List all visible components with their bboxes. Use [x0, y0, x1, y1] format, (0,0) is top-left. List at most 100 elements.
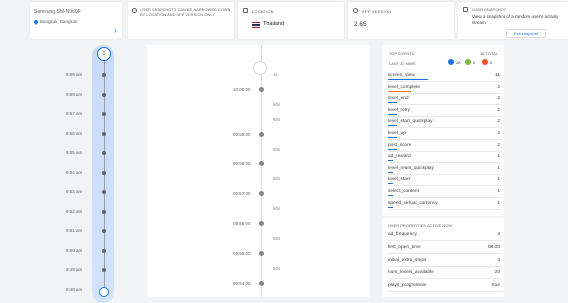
- timeline-time-label: 9:55 am: [66, 150, 83, 155]
- event-share-bar: [388, 90, 411, 92]
- stream-line: [261, 45, 262, 297]
- timeline-minute-marker[interactable]: [102, 112, 106, 116]
- event-share-bar: [388, 113, 398, 115]
- event-type-badge-icon[interactable]: [482, 59, 488, 65]
- timeline-time-label: 9:50 am: [66, 247, 83, 253]
- info-card: User snapshots can be narrowed down by l…: [128, 2, 234, 39]
- event-row[interactable]: select_content 1: [388, 187, 502, 198]
- event-type-count: 28: [456, 60, 461, 65]
- event-name: select_content: [388, 189, 419, 194]
- property-row[interactable]: initial_extra_steps 3: [388, 255, 502, 267]
- event-row[interactable]: post_score 2: [388, 141, 502, 152]
- event-count: 2: [497, 131, 500, 136]
- event-share-bar: [388, 206, 393, 208]
- event-row[interactable]: level_up 2: [388, 129, 502, 140]
- app-version-value: 2.65: [354, 21, 367, 28]
- chevron-right-icon[interactable]: ›: [114, 26, 117, 35]
- timeline-time-label: 9:53 am: [66, 189, 83, 194]
- device-card: Samsung SM-N960F Bangkok, Bangkok ›: [30, 2, 122, 39]
- app-version-card[interactable]: App version 2.65: [348, 2, 454, 39]
- info-icon: [132, 8, 137, 13]
- device-location-text: Bangkok, Bangkok: [40, 19, 78, 24]
- timeline-time-label: 9:56 am: [66, 130, 83, 136]
- timeline-minute-marker[interactable]: [102, 131, 106, 136]
- event-row[interactable]: level_complete 2: [388, 83, 502, 94]
- stream-time-label: 09:54:00: [233, 280, 251, 286]
- thailand-flag-icon: [252, 22, 260, 28]
- user-properties-panel: User properties active now ad_frequency 3…: [382, 218, 504, 297]
- property-value: 20: [494, 270, 500, 276]
- device-name: Samsung SM-N960F: [34, 9, 81, 15]
- location-card[interactable]: Location Thailand: [238, 2, 344, 39]
- event-name: level_complete: [388, 84, 420, 90]
- event-share-bar: [388, 195, 393, 196]
- timeline-minute-marker[interactable]: [102, 73, 106, 77]
- stream-event-icon[interactable]: [259, 280, 264, 286]
- stream-time-label: 09:55:00: [233, 250, 251, 256]
- event-row[interactable]: level_end 2: [388, 94, 502, 106]
- timeline-minute-marker[interactable]: [102, 248, 106, 253]
- property-row[interactable]: plays_progressive true: [388, 280, 502, 293]
- timeline-time-label: 9:51 am: [66, 228, 83, 233]
- timeline-minute-marker[interactable]: [102, 229, 106, 233]
- event-count: 1: [497, 200, 500, 206]
- stream-time-label: 09:59:00: [233, 131, 251, 137]
- stream-gap-label: 60s: [273, 116, 281, 122]
- property-row[interactable]: num_levels_available 20: [388, 267, 502, 280]
- top-events-subtitle: Last 30 mins: [389, 61, 416, 66]
- property-row[interactable]: ad_frequency 3: [388, 229, 502, 241]
- location-icon: [243, 8, 248, 13]
- timeline-minute-marker[interactable]: [102, 170, 106, 175]
- timeline-end-marker[interactable]: [99, 287, 109, 297]
- stream-event-icon[interactable]: [259, 86, 264, 92]
- exit-snapshot-button[interactable]: Exit snapshot: [506, 29, 546, 38]
- event-name: post_score: [388, 142, 412, 148]
- user-icon: [463, 7, 468, 12]
- property-value: true: [491, 283, 500, 289]
- stream-gap-label: 60s: [273, 176, 281, 182]
- timeline-minute-marker[interactable]: [102, 209, 106, 214]
- event-name: screen_view: [388, 73, 415, 78]
- event-row[interactable]: screen_view 11: [388, 71, 502, 82]
- stream-gap-label: 60s: [273, 101, 281, 107]
- stream-event-icon[interactable]: [259, 131, 264, 137]
- event-name: ad_reward: [388, 154, 411, 160]
- property-row[interactable]: first_open_time 08:00: [388, 242, 502, 254]
- timeline-minute-marker[interactable]: [102, 92, 106, 97]
- property-value: 3: [497, 232, 500, 237]
- stream-event-icon[interactable]: [259, 191, 264, 197]
- event-count: 2: [497, 142, 500, 148]
- event-count: 2: [497, 96, 500, 102]
- event-share-bar: [388, 79, 428, 80]
- timeline-time-label: 9:59 am: [66, 72, 83, 77]
- event-count: 2: [497, 119, 500, 125]
- timeline-minute-marker[interactable]: [102, 190, 106, 194]
- property-name: first_open_time: [388, 244, 421, 250]
- timeline-current-count[interactable]: 0: [97, 47, 111, 61]
- stream-start-marker: [253, 61, 267, 75]
- event-count: 1: [497, 165, 500, 171]
- event-share-bar: [388, 102, 398, 104]
- timeline-time-label: 9:48 am: [66, 286, 83, 292]
- event-row[interactable]: ad_reward 1: [388, 152, 502, 164]
- event-row[interactable]: level_retry 2: [388, 106, 502, 117]
- event-count: 2: [497, 107, 500, 113]
- stream-event-icon[interactable]: [259, 161, 264, 167]
- event-row[interactable]: level_reset_quickplay 1: [388, 164, 502, 175]
- event-share-bar: [388, 125, 398, 127]
- event-row[interactable]: level_start_quickplay 2: [388, 117, 502, 129]
- event-type-badge-icon[interactable]: [465, 59, 471, 65]
- stream-event-icon[interactable]: [259, 221, 264, 226]
- location-label: Location: [252, 9, 274, 14]
- event-count: 1: [497, 154, 500, 160]
- event-count: 2: [497, 84, 500, 90]
- timeline-minute-marker[interactable]: [102, 268, 106, 272]
- event-name: level_retry: [388, 107, 411, 113]
- version-icon: [353, 8, 358, 13]
- event-row[interactable]: spend_virtual_currency 1: [388, 199, 502, 210]
- timeline-minute-marker[interactable]: [102, 151, 106, 155]
- event-type-badge-icon[interactable]: [448, 59, 454, 65]
- stream-event-icon[interactable]: [259, 250, 264, 256]
- event-row[interactable]: level_start 1: [388, 175, 502, 187]
- stream-time-label: 09:56:00: [233, 221, 251, 226]
